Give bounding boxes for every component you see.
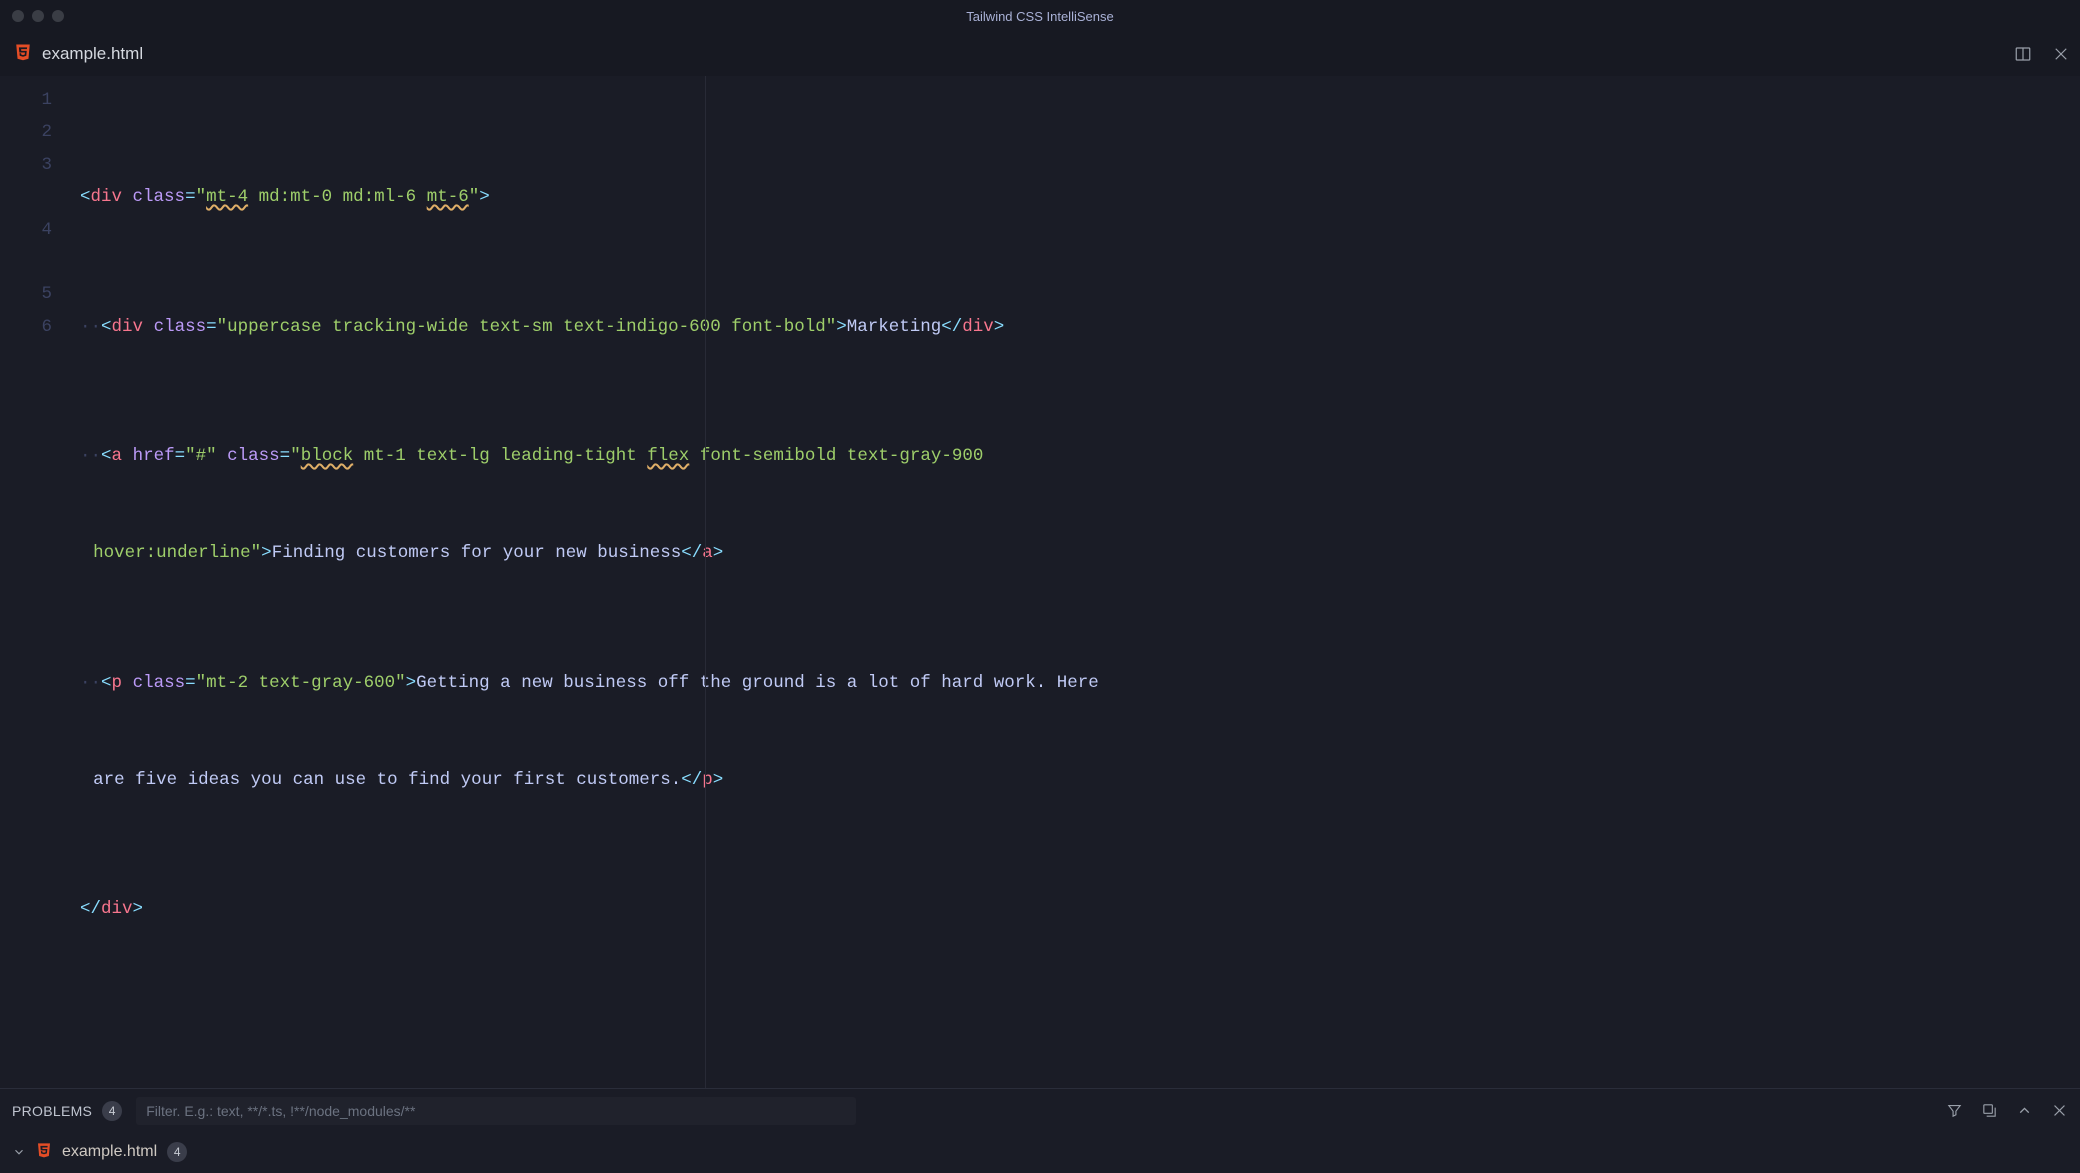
line-number: 1 [0, 84, 52, 116]
chevron-up-icon[interactable] [2016, 1102, 2033, 1119]
tab-actions [2014, 45, 2070, 63]
problems-file-name: example.html [62, 1143, 157, 1161]
code-line: hover:underline">Finding customers for y… [80, 537, 1100, 569]
panel-tab-problems[interactable]: PROBLEMS 4 [12, 1101, 122, 1121]
line-number: 5 [0, 278, 52, 310]
panel-header: PROBLEMS 4 [0, 1089, 2080, 1133]
code-line [80, 991, 1100, 1023]
html5-icon [14, 42, 32, 67]
code-line: <div class="mt-4 md:mt-0 md:ml-6 mt-6"> [80, 181, 1100, 213]
titlebar: Tailwind CSS IntelliSense [0, 0, 2080, 32]
code-line: ··<div class="uppercase tracking-wide te… [80, 311, 1100, 343]
close-tab-icon[interactable] [2052, 45, 2070, 63]
code-line: are five ideas you can use to find your … [80, 764, 1100, 796]
problems-filter-input[interactable] [136, 1097, 856, 1125]
panel-actions [1946, 1102, 2068, 1119]
line-number: 4 [0, 214, 52, 246]
editor-ruler [705, 76, 706, 1088]
tab-bar: example.html [0, 32, 2080, 76]
tab-filename: example.html [42, 44, 143, 64]
code-editor[interactable]: 1 2 3 4 5 6 <div class="mt-4 md:mt-0 md:… [0, 76, 2080, 1088]
line-number [0, 246, 52, 278]
problems-list: example.html 4 'mt-4' applies the same C… [0, 1133, 2080, 1170]
code-content[interactable]: <div class="mt-4 md:mt-0 md:ml-6 mt-6"> … [80, 84, 1140, 1088]
code-line: ··<p class="mt-2 text-gray-600">Getting … [80, 667, 1100, 699]
panel-tab-label: PROBLEMS [12, 1103, 92, 1119]
problems-count-badge: 4 [102, 1101, 122, 1121]
split-editor-icon[interactable] [2014, 45, 2032, 63]
tab-example-html[interactable]: example.html [14, 32, 143, 76]
problems-file-row[interactable]: example.html 4 [0, 1137, 2080, 1168]
line-number [0, 181, 52, 213]
line-number: 2 [0, 116, 52, 148]
problems-panel: PROBLEMS 4 example.html 4 [0, 1088, 2080, 1170]
line-number: 6 [0, 311, 52, 343]
window-title: Tailwind CSS IntelliSense [0, 9, 2080, 24]
code-line: </div> [80, 893, 1100, 925]
close-panel-icon[interactable] [2051, 1102, 2068, 1119]
line-number: 3 [0, 149, 52, 181]
chevron-down-icon[interactable] [12, 1145, 26, 1159]
code-line: ··<a href="#" class="block mt-1 text-lg … [80, 440, 1100, 472]
collapse-all-icon[interactable] [1981, 1102, 1998, 1119]
editor-window: Tailwind CSS IntelliSense example.html 1… [0, 0, 2080, 1170]
filter-icon[interactable] [1946, 1102, 1963, 1119]
html5-icon [36, 1141, 52, 1164]
file-problems-count-badge: 4 [167, 1142, 187, 1162]
line-number-gutter: 1 2 3 4 5 6 [0, 84, 80, 1088]
